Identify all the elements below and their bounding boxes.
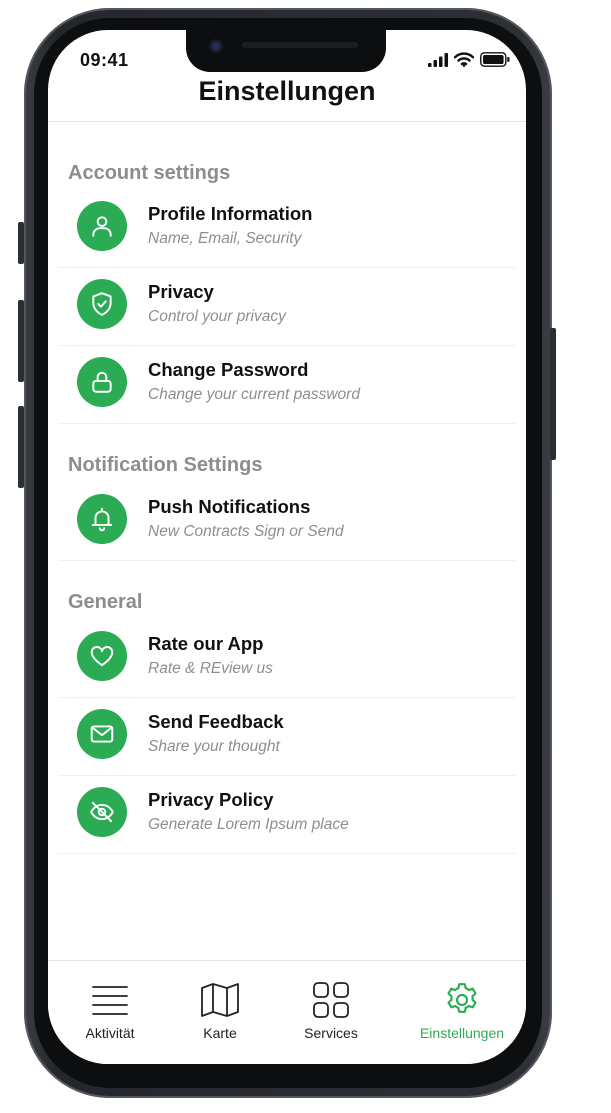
menu-icon [60,979,160,1021]
lock-icon [77,357,127,407]
tab-einstellungen[interactable]: Einstellungen [412,979,512,1041]
eye-off-icon [77,787,127,837]
header-divider [48,121,526,122]
settings-item-subtitle: Name, Email, Security [148,230,302,247]
tab-label: Services [304,1025,358,1041]
wifi-icon [454,52,474,67]
settings-item-label: Push Notifications [148,496,311,517]
tab-services[interactable]: Services [281,979,381,1041]
volume-down-button [18,406,24,488]
shield-check-icon [77,279,127,329]
page-title: Einstellungen [198,76,376,106]
signal-icon [428,52,448,67]
settings-item-send-feedback[interactable]: Send Feedback Share your thought [58,698,516,776]
power-button [550,328,556,460]
status-time: 09:41 [80,50,129,70]
volume-up-button [18,300,24,382]
settings-item-subtitle: Share your thought [148,738,280,755]
section-title-general: General [68,591,143,613]
settings-item-profile-information[interactable]: Profile Information Name, Email, Securit… [58,190,516,268]
status-icons [428,52,510,67]
settings-item-subtitle: Rate & REview us [148,660,273,677]
heart-icon [77,631,127,681]
settings-item-label: Send Feedback [148,711,284,732]
settings-item-change-password[interactable]: Change Password Change your current pass… [58,346,516,424]
tab-label: Karte [203,1025,237,1041]
screen: 09:41 Einstellungen Account settings Pro… [48,30,526,1064]
bottom-tab-bar: Aktivität Karte Services Einstellungen [48,960,526,1064]
settings-item-subtitle: Change your current password [148,386,360,403]
settings-item-label: Rate our App [148,633,264,654]
earpiece-speaker [242,42,358,48]
settings-item-subtitle: New Contracts Sign or Send [148,523,344,540]
mute-switch [18,222,24,264]
tab-label: Einstellungen [419,1025,505,1041]
grid-icon [281,979,381,1021]
settings-item-push-notifications[interactable]: Push Notifications New Contracts Sign or… [58,483,516,561]
settings-item-subtitle: Generate Lorem Ipsum place [148,816,349,833]
settings-item-label: Privacy Policy [148,789,274,810]
settings-item-rate-our-app[interactable]: Rate our App Rate & REview us [58,620,516,698]
section-title-notification-settings: Notification Settings [68,454,263,476]
tab-aktivitaet[interactable]: Aktivität [60,979,160,1041]
tab-label: Aktivität [85,1025,135,1041]
section-title-account-settings: Account settings [68,162,231,184]
user-icon [77,201,127,251]
settings-item-privacy[interactable]: Privacy Control your privacy [58,268,516,346]
settings-item-label: Privacy [148,281,214,302]
settings-item-label: Profile Information [148,203,313,224]
bell-icon [77,494,127,544]
battery-icon [480,52,510,67]
map-icon [170,979,270,1021]
settings-item-privacy-policy[interactable]: Privacy Policy Generate Lorem Ipsum plac… [58,776,516,854]
settings-item-subtitle: Control your privacy [148,308,286,325]
gear-icon [412,979,512,1021]
mail-icon [77,709,127,759]
tab-karte[interactable]: Karte [170,979,270,1041]
front-camera [208,38,224,54]
settings-item-label: Change Password [148,359,309,380]
